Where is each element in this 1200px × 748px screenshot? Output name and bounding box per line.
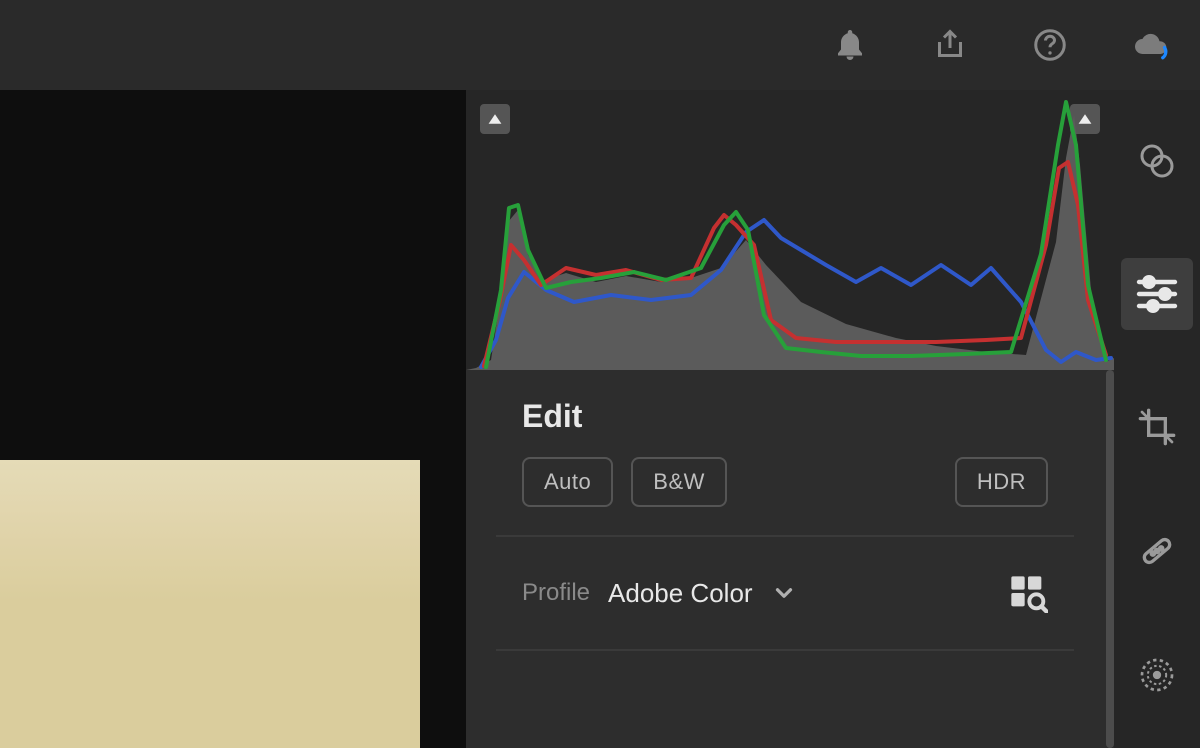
profile-label: Profile	[522, 579, 590, 607]
edit-sliders-tool-icon[interactable]	[1121, 258, 1193, 330]
top-bar	[0, 0, 1200, 90]
divider	[496, 649, 1074, 651]
bw-button[interactable]: B&W	[631, 457, 727, 507]
healing-tool-icon[interactable]	[1130, 524, 1184, 578]
profile-value[interactable]: Adobe Color	[608, 578, 753, 609]
image-preview[interactable]	[0, 460, 420, 748]
edit-scroll-area: Edit Auto B&W HDR Profile Adobe Color	[466, 370, 1114, 748]
profile-row: Profile Adobe Color	[466, 537, 1104, 649]
edit-header: Edit	[466, 370, 1104, 453]
edit-title: Edit	[522, 398, 1048, 435]
help-icon[interactable]	[1030, 25, 1070, 65]
crop-tool-icon[interactable]	[1130, 400, 1184, 454]
edit-scrollbar[interactable]	[1106, 370, 1114, 748]
tool-rail	[1114, 90, 1200, 748]
canvas-area[interactable]	[0, 90, 466, 748]
profile-browser-icon[interactable]	[1008, 573, 1048, 613]
presets-tool-icon[interactable]	[1130, 134, 1184, 188]
auto-button[interactable]: Auto	[522, 457, 613, 507]
masking-tool-icon[interactable]	[1130, 648, 1184, 702]
edit-panel: Edit Auto B&W HDR Profile Adobe Color	[466, 90, 1114, 748]
hdr-button[interactable]: HDR	[955, 457, 1048, 507]
bell-icon[interactable]	[830, 25, 870, 65]
histogram-chart	[466, 90, 1114, 370]
share-icon[interactable]	[930, 25, 970, 65]
cloud-sync-icon[interactable]	[1130, 25, 1170, 65]
histogram[interactable]	[466, 90, 1114, 370]
edit-quick-buttons: Auto B&W HDR	[466, 453, 1104, 535]
chevron-down-icon[interactable]	[771, 580, 797, 606]
